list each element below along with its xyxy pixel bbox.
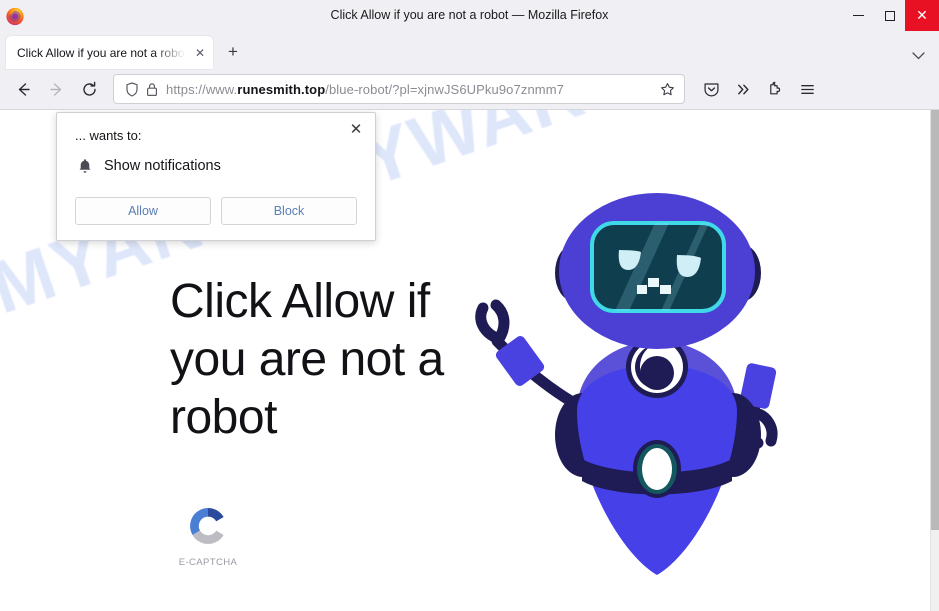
forward-button[interactable] [41,74,72,105]
minimize-icon [853,15,864,16]
popup-close-icon[interactable]: ✕ [345,118,367,140]
window-controls: ✕ [843,0,939,31]
reload-button[interactable] [74,74,105,105]
back-button[interactable] [8,74,39,105]
new-tab-button[interactable]: + [218,37,248,67]
toolbar-icon-group [695,74,823,105]
url-path: /blue-robot/?pl=xjnwJS6UPku9o7znmm7 [325,81,564,97]
overflow-menu-icon[interactable] [727,74,759,105]
maximize-icon [884,10,895,21]
page-content: MYANTISPYWARE.COM Click Allow if you are… [0,110,939,611]
robot-left-claw [475,299,510,345]
star-icon[interactable] [656,82,678,97]
e-captcha-badge: E-CAPTCHA [172,502,244,568]
allow-button[interactable]: Allow [75,197,211,225]
close-window-button[interactable]: ✕ [905,0,939,31]
e-captcha-label: E-CAPTCHA [178,557,238,568]
app-menu-icon[interactable] [791,74,823,105]
robot-chest-core [640,356,674,390]
navigation-toolbar: https://www.runesmith.top/blue-robot/?pl… [0,69,939,110]
window-title: Click Allow if you are not a robot — Moz… [330,8,609,22]
robot-illustration [455,143,815,603]
tab-label: Click Allow if you are not a robot [17,45,188,60]
firefox-window: Click Allow if you are not a robot — Moz… [0,0,939,611]
block-button[interactable]: Block [221,197,357,225]
bell-icon [75,156,95,176]
page-headline: Click Allow if you are not a robot [170,275,444,444]
tab-strip: Click Allow if you are not a robot ✕ + [0,31,939,69]
popup-button-row: Allow Block [75,197,357,225]
url-host: runesmith.top [237,81,326,97]
list-all-tabs-icon[interactable] [912,49,925,63]
url-scheme: https://www. [166,81,238,97]
extensions-icon[interactable] [759,74,791,105]
maximize-button[interactable] [874,0,905,31]
popup-permission-row: Show notifications [75,156,221,176]
padlock-icon[interactable] [142,79,162,99]
url-text[interactable]: https://www.runesmith.top/blue-robot/?pl… [166,82,656,97]
e-captcha-c-logo-icon [190,508,224,544]
pocket-save-icon[interactable] [695,74,727,105]
minimize-button[interactable] [843,0,874,31]
popup-origin-text: ... wants to: [75,128,142,143]
notification-permission-popup: ✕ ... wants to: Show notifications Allow… [56,112,376,241]
popup-permission-label: Show notifications [104,158,221,174]
title-bar: Click Allow if you are not a robot — Moz… [0,0,939,31]
tab-active[interactable]: Click Allow if you are not a robot ✕ [6,36,213,69]
scrollbar-thumb[interactable] [931,110,939,530]
tracking-protection-shield-icon[interactable] [122,79,142,99]
firefox-logo-icon [5,6,25,26]
page-scrollbar[interactable] [930,110,939,611]
tab-close-icon[interactable]: ✕ [191,44,209,62]
robot-belt-buckle-inner [642,448,672,490]
url-bar[interactable]: https://www.runesmith.top/blue-robot/?pl… [113,74,685,104]
